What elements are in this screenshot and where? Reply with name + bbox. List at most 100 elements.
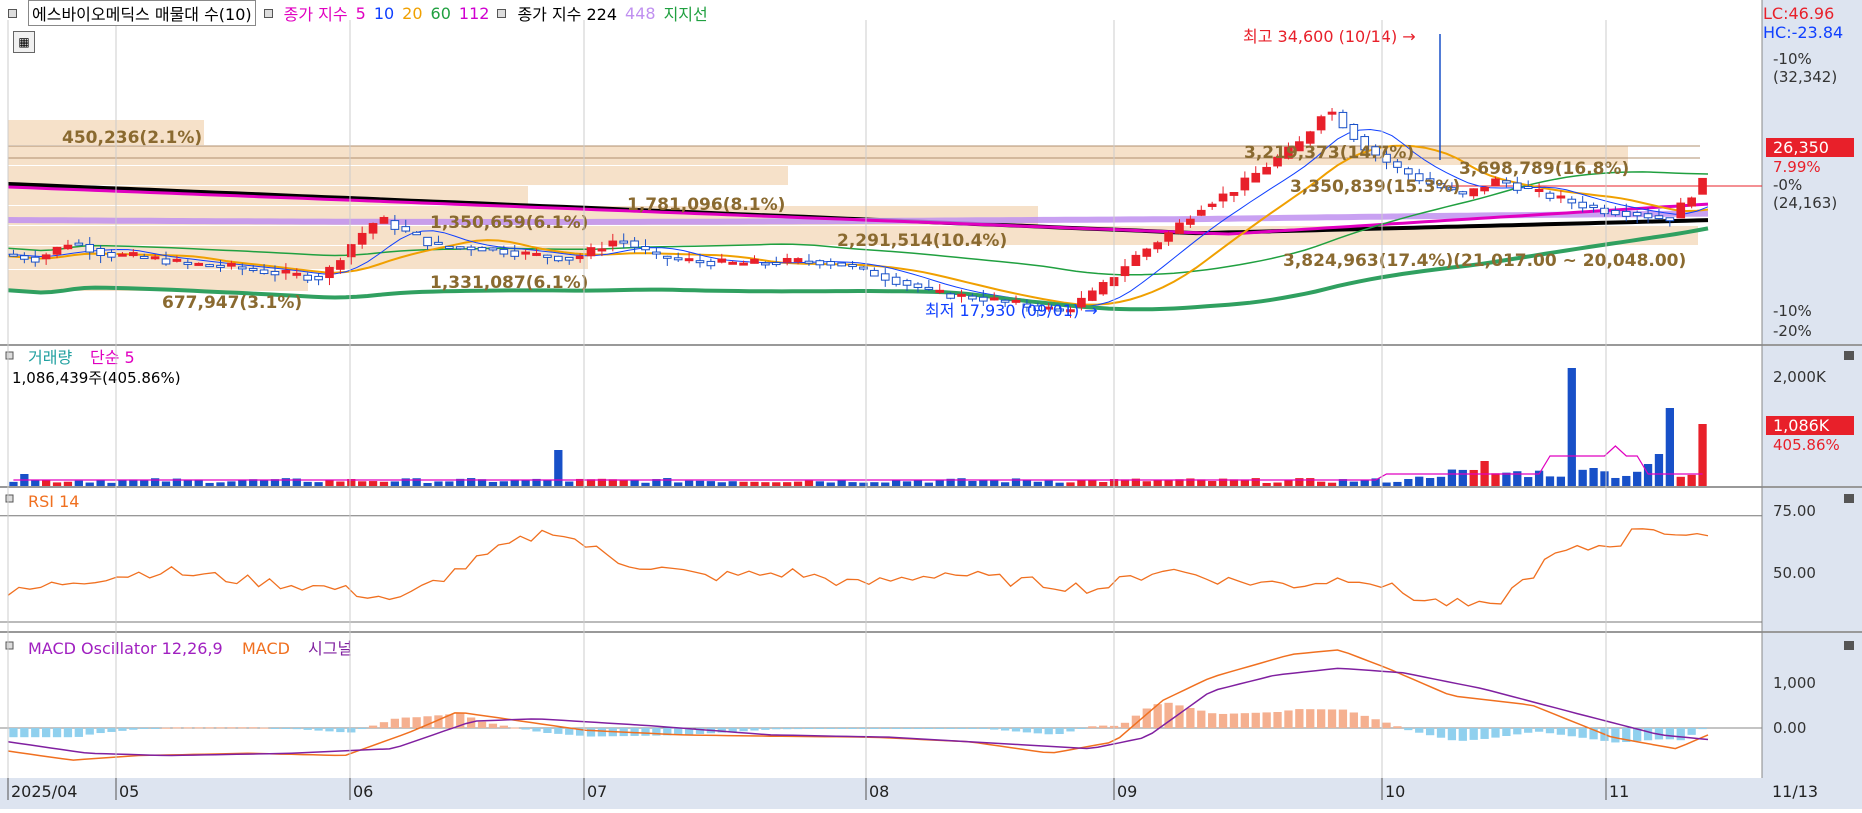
candle-body bbox=[532, 252, 541, 256]
candle-body bbox=[837, 262, 846, 267]
volume-profile-label: 1,331,087(6.1%) bbox=[430, 273, 588, 293]
candle-body bbox=[74, 242, 84, 246]
candle-body bbox=[368, 223, 378, 234]
macd-oscillator-bar bbox=[902, 728, 912, 729]
volume-bar bbox=[815, 481, 824, 486]
legend-support-label: 지지선 bbox=[663, 5, 708, 24]
candle-body bbox=[706, 260, 716, 267]
macd-oscillator-bar bbox=[390, 718, 399, 728]
volume-bar bbox=[1349, 481, 1358, 486]
candle-body bbox=[1687, 197, 1696, 207]
candle-body bbox=[1578, 201, 1587, 209]
macd-oscillator-bar bbox=[216, 727, 225, 729]
macd-oscillator-bar bbox=[129, 728, 138, 730]
macd-oscillator-bar bbox=[543, 728, 552, 733]
volume-bar bbox=[1415, 476, 1424, 486]
macd-oscillator-bar bbox=[172, 727, 182, 729]
macd-oscillator-bar bbox=[1611, 728, 1620, 743]
volume-bar bbox=[1088, 479, 1097, 486]
volume-bar bbox=[1055, 482, 1064, 486]
volume-bar bbox=[641, 482, 650, 486]
axis-neg20: -20% bbox=[1773, 322, 1812, 340]
macd-oscillator-bar bbox=[1425, 728, 1435, 736]
macd-oscillator-bar bbox=[1458, 728, 1467, 741]
x-tick-label: 2025/04 bbox=[11, 782, 77, 801]
volume-bar bbox=[739, 481, 748, 486]
axis-top-value: (32,342) bbox=[1773, 68, 1837, 86]
volume-bar bbox=[1382, 482, 1391, 486]
candle-body bbox=[575, 255, 585, 260]
candle-body bbox=[281, 269, 291, 274]
candle-body bbox=[237, 266, 247, 270]
macd-oscillator-bar bbox=[783, 728, 792, 730]
x-tick-label: 08 bbox=[869, 782, 889, 801]
candle-body bbox=[957, 293, 966, 297]
macd-oscillator-bar bbox=[1415, 728, 1424, 733]
macd-oscillator-bar bbox=[499, 725, 508, 728]
candle-body bbox=[913, 283, 923, 288]
volume-bar bbox=[804, 480, 814, 486]
candle-body bbox=[630, 240, 639, 248]
legend-square-icon[interactable] bbox=[497, 8, 507, 18]
candle-body bbox=[1164, 232, 1173, 242]
volume-bar bbox=[358, 481, 367, 486]
macd-oscillator-bar bbox=[1436, 728, 1446, 738]
volume-bar bbox=[1360, 479, 1369, 486]
volume-bar bbox=[259, 480, 269, 486]
macd-oscillator-bar bbox=[194, 727, 203, 729]
candle-body bbox=[499, 248, 509, 255]
macd-oscillator-bar bbox=[347, 728, 356, 733]
volume-bar bbox=[957, 478, 966, 486]
macd-oscillator-bar bbox=[1186, 708, 1195, 728]
volume-bar bbox=[1295, 478, 1304, 486]
candle-body bbox=[586, 247, 596, 257]
candle-body bbox=[804, 260, 814, 264]
macd-oscillator-bar bbox=[1469, 728, 1478, 740]
macd-oscillator-bar bbox=[1077, 728, 1086, 729]
candle-body bbox=[292, 272, 302, 276]
candle-body bbox=[608, 240, 618, 247]
macd-oscillator-bar bbox=[532, 728, 541, 732]
macd-oscillator-bar bbox=[1284, 710, 1293, 728]
macd-oscillator-bar bbox=[1055, 728, 1064, 735]
candle-body bbox=[782, 257, 792, 263]
volume-title: 거래량 bbox=[28, 348, 72, 367]
legend-square-icon[interactable] bbox=[8, 8, 17, 18]
macd-oscillator-bar bbox=[870, 728, 879, 729]
candle-body bbox=[1251, 172, 1261, 183]
macd-oscillator-bar bbox=[804, 728, 814, 729]
legend-title[interactable]: 에스바이오메딕스 매물대 수(10) bbox=[28, 0, 256, 26]
volume-current-text: 1,086,439주(405.86%) bbox=[12, 369, 181, 387]
candle-body bbox=[793, 258, 803, 263]
candle-body bbox=[401, 226, 411, 232]
candle-body bbox=[1502, 180, 1511, 184]
candle-body bbox=[1404, 168, 1413, 175]
candle-body bbox=[662, 255, 672, 259]
macd-oscillator-bar bbox=[63, 728, 73, 738]
lc-label: LC:46.96 bbox=[1763, 4, 1834, 23]
macd-oscillator-bar bbox=[1524, 728, 1533, 733]
volume-bar bbox=[85, 482, 94, 486]
volume-bar bbox=[1425, 478, 1435, 486]
current-pct-label: 7.99% bbox=[1773, 158, 1821, 176]
volume-bar bbox=[9, 481, 18, 486]
macd-oscillator-bar bbox=[510, 727, 519, 729]
legend-square-icon[interactable] bbox=[263, 8, 273, 18]
candle-body bbox=[1349, 123, 1359, 140]
macd-oscillator-bar bbox=[1480, 728, 1489, 739]
volume-bar bbox=[1611, 477, 1620, 486]
volume-bar bbox=[1066, 482, 1075, 486]
candle-body bbox=[1589, 204, 1598, 209]
macd-axis-0: 0.00 bbox=[1773, 719, 1806, 737]
macd-oscillator-bar bbox=[1251, 712, 1260, 728]
high-annotation: 최고 34,600 (10/14) → bbox=[1243, 27, 1416, 46]
volume-bar bbox=[924, 482, 933, 486]
volume-bar bbox=[521, 480, 530, 486]
volume-bar bbox=[826, 482, 835, 486]
volume-bar bbox=[1306, 478, 1315, 486]
grid-icon[interactable]: ▦ bbox=[13, 31, 35, 53]
macd-oscillator-bar bbox=[74, 728, 83, 737]
candle-body bbox=[270, 270, 280, 276]
macd-oscillator-bar bbox=[1447, 728, 1457, 741]
candle-body bbox=[554, 255, 563, 262]
